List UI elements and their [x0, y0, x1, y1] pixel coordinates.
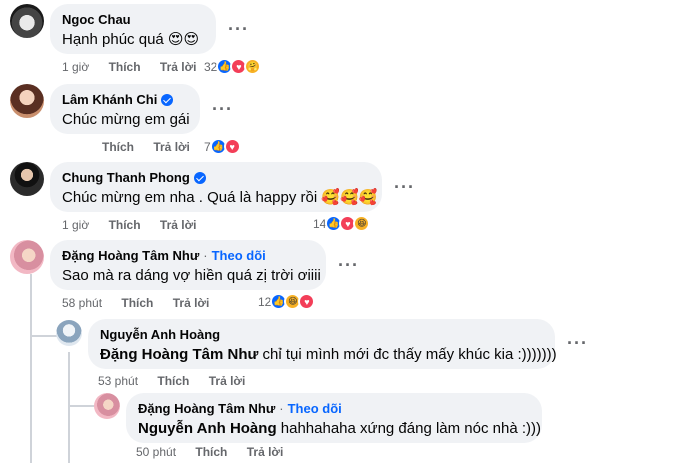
comment-time[interactable]: 53 phút: [98, 374, 138, 388]
mention-link[interactable]: Đặng Hoàng Tâm Như: [100, 346, 258, 363]
verified-badge-icon: [193, 172, 206, 184]
comment-actions: Thích Trả lời: [62, 140, 190, 154]
reply-button[interactable]: Trả lời: [209, 374, 246, 388]
reaction-summary[interactable]: 32 👍 ♥ 🤗: [204, 58, 262, 75]
comment-actions: 53 phút Thích Trả lời: [98, 374, 245, 388]
love-reaction-icon: ♥: [298, 293, 316, 310]
care-reaction-icon: 🤗: [244, 58, 262, 75]
reply-button[interactable]: Trả lời: [160, 60, 197, 74]
avatar[interactable]: [10, 240, 44, 274]
comment-text: Sao mà ra dáng vợ hiền quá zị trời ơiiii: [62, 267, 321, 284]
haha-reaction-icon: 😆: [353, 215, 371, 232]
comment-actions: 1 giờ Thích Trả lời: [62, 218, 196, 232]
comment-time[interactable]: 1 giờ: [62, 60, 89, 74]
comment-author-name[interactable]: Đặng Hoàng Tâm Như: [62, 248, 199, 264]
comment-author[interactable]: Ngoc Chau: [62, 12, 204, 28]
comment-text-body: hahhahaha xứng đáng làm nóc nhà :))): [280, 420, 541, 437]
comment-bubble: Đặng Hoàng Tâm Như · Theo dõi Sao mà ra …: [50, 240, 326, 290]
comment-author[interactable]: Nguyễn Anh Hoàng: [100, 327, 543, 343]
like-button[interactable]: Thích: [121, 296, 153, 310]
reaction-count: 12: [258, 294, 272, 309]
comment-text: Hạnh phúc quá 😍😍: [62, 31, 200, 48]
comment-text: Chúc mừng em gái: [62, 111, 190, 128]
reply-button[interactable]: Trả lời: [247, 445, 284, 459]
like-button[interactable]: Thích: [102, 140, 134, 154]
like-button[interactable]: Thích: [195, 445, 227, 459]
love-reaction-icon: ♥: [223, 138, 241, 155]
reply-button[interactable]: Trả lời: [173, 296, 210, 310]
comment-bubble: Ngoc Chau Hạnh phúc quá 😍😍: [50, 4, 216, 54]
like-button[interactable]: Thích: [157, 374, 189, 388]
more-options-icon[interactable]: ···: [338, 256, 359, 274]
comment-text: Chúc mừng em nha . Quá là happy rồi 🥰🥰🥰: [62, 189, 378, 206]
comment-author[interactable]: Lâm Khánh Chi: [62, 92, 188, 108]
avatar[interactable]: [10, 162, 44, 196]
avatar[interactable]: [10, 4, 44, 38]
comment-actions: 1 giờ Thích Trả lời: [62, 60, 196, 74]
comment-bubble: Chung Thanh Phong Chúc mừng em nha . Quá…: [50, 162, 382, 212]
comment-actions: 50 phút Thích Trả lời: [136, 445, 283, 459]
like-button[interactable]: Thích: [109, 60, 141, 74]
comment-bubble: Nguyễn Anh Hoàng Đặng Hoàng Tâm Như chỉ …: [88, 319, 557, 369]
separator-dot: ·: [203, 248, 208, 263]
more-options-icon[interactable]: ···: [394, 178, 415, 196]
like-button[interactable]: Thích: [109, 218, 141, 232]
thread-line-sub: [68, 352, 70, 463]
more-options-icon[interactable]: ···: [212, 100, 233, 118]
avatar[interactable]: [56, 320, 82, 346]
avatar[interactable]: [94, 393, 120, 419]
comment-author[interactable]: Chung Thanh Phong: [62, 170, 370, 186]
more-options-icon[interactable]: ···: [228, 20, 249, 38]
comment-time[interactable]: 50 phút: [136, 445, 176, 459]
comment-bubble: Lâm Khánh Chi Chúc mừng em gái: [50, 84, 200, 134]
reply-button[interactable]: Trả lời: [160, 218, 197, 232]
comment-author-name[interactable]: Đặng Hoàng Tâm Như: [138, 401, 275, 417]
reaction-summary[interactable]: 7 👍 ♥: [204, 138, 241, 155]
verified-badge-icon: [161, 94, 174, 106]
separator-dot: ·: [279, 401, 284, 416]
reaction-summary[interactable]: 12 👍 😆 ♥: [258, 293, 316, 310]
comment-text: Đặng Hoàng Tâm Như chỉ tụi mình mới đc t…: [100, 345, 557, 365]
comment-bubble: Đặng Hoàng Tâm Như · Theo dõi Nguyễn Anh…: [126, 393, 542, 443]
follow-button[interactable]: Theo dõi: [288, 401, 342, 417]
comment-text-body: chỉ tụi mình mới đc thấy mấy khúc kia :)…: [262, 346, 557, 363]
reaction-count: 32: [204, 59, 218, 74]
comment-author: Đặng Hoàng Tâm Như · Theo dõi: [138, 401, 530, 417]
mention-link[interactable]: Nguyễn Anh Hoàng: [138, 420, 277, 437]
more-options-icon[interactable]: ···: [567, 334, 588, 352]
comment-time[interactable]: 1 giờ: [62, 218, 89, 232]
thread-line-main: [30, 274, 32, 463]
comment-author: Đặng Hoàng Tâm Như · Theo dõi: [62, 248, 314, 264]
comment-text: Nguyễn Anh Hoàng hahhahaha xứng đáng làm…: [138, 419, 541, 439]
reply-button[interactable]: Trả lời: [153, 140, 190, 154]
avatar[interactable]: [10, 84, 44, 118]
reaction-summary[interactable]: 14 👍 ♥ 😆: [313, 215, 371, 232]
follow-button[interactable]: Theo dõi: [212, 248, 266, 264]
thread-line-branch-2: [68, 405, 96, 407]
comment-time[interactable]: 58 phút: [62, 296, 102, 310]
comment-actions: 58 phút Thích Trả lời: [62, 296, 209, 310]
reaction-count: 14: [313, 216, 327, 231]
